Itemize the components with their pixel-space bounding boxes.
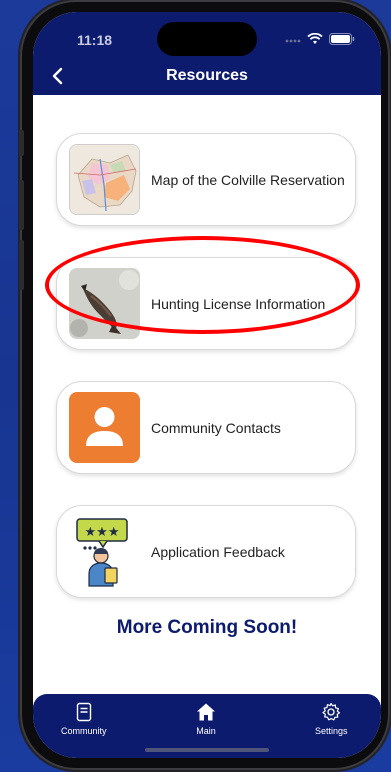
battery-icon — [329, 32, 355, 50]
top-bar: 11:18 Resources — [33, 12, 381, 95]
tab-settings[interactable]: Settings — [315, 702, 348, 736]
mute-switch — [19, 130, 24, 156]
home-icon — [196, 702, 216, 726]
gear-icon — [321, 702, 341, 726]
bottom-tab-bar: Community Main Settings — [33, 694, 381, 758]
red-highlight-ellipse — [45, 236, 360, 334]
resource-card-label: Application Feedback — [151, 543, 285, 560]
wifi-icon — [307, 32, 323, 50]
svg-text:★★★: ★★★ — [85, 525, 120, 540]
tab-label: Settings — [315, 726, 348, 736]
tab-label: Main — [196, 726, 216, 736]
home-indicator — [145, 748, 269, 752]
cellular-icon — [285, 32, 301, 50]
resource-card-contacts[interactable]: Community Contacts — [56, 381, 356, 474]
resource-card-label: Map of the Colville Reservation — [151, 171, 345, 188]
volume-down-button — [19, 240, 24, 290]
tab-label: Community — [61, 726, 107, 736]
status-icons — [285, 32, 355, 50]
tab-main[interactable]: Main — [196, 702, 216, 736]
resource-card-label: Community Contacts — [151, 419, 281, 436]
document-icon — [76, 702, 92, 726]
feedback-icon: ★★★ — [69, 516, 140, 587]
resource-card-map[interactable]: Map of the Colville Reservation — [56, 133, 356, 226]
page-title: Resources — [166, 67, 248, 84]
person-icon — [69, 392, 140, 463]
status-time: 11:18 — [77, 32, 113, 48]
map-thumbnail — [69, 144, 140, 215]
app-screen: 11:18 Resources Map of the Colville Rese… — [33, 12, 381, 758]
volume-up-button — [19, 180, 24, 230]
dynamic-island — [157, 22, 257, 56]
resources-list: Map of the Colville Reservation Hunting … — [33, 95, 381, 694]
more-coming-soon-text: More Coming Soon! — [116, 617, 298, 638]
resource-card-feedback[interactable]: ★★★ Application Feedback — [56, 505, 356, 598]
tab-community[interactable]: Community — [61, 702, 107, 736]
